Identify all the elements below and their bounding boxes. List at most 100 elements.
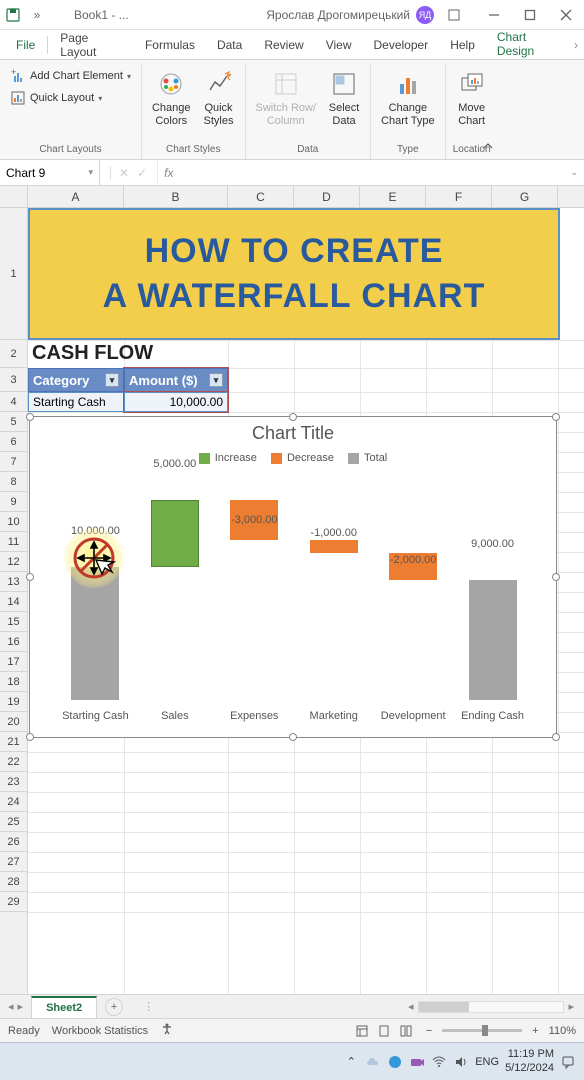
tray-chevron-up-icon[interactable]: ⌃ — [343, 1054, 359, 1070]
tab-formulas[interactable]: Formulas — [135, 32, 205, 58]
quick-layout-button[interactable]: Quick Layout ▾ — [6, 88, 135, 108]
cell-b4[interactable]: 10,000.00 — [124, 392, 228, 412]
chart-title[interactable]: Chart Title — [30, 417, 556, 448]
row-header[interactable]: 6 — [0, 432, 27, 452]
row-header[interactable]: 15 — [0, 612, 27, 632]
row-header[interactable]: 17 — [0, 652, 27, 672]
row-header[interactable]: 23 — [0, 772, 27, 792]
tab-developer[interactable]: Developer — [363, 32, 438, 58]
row-header[interactable]: 28 — [0, 872, 27, 892]
normal-view-button[interactable] — [352, 1021, 372, 1041]
change-colors-button[interactable]: Change Colors — [148, 66, 195, 142]
accessibility-icon[interactable] — [160, 1022, 174, 1039]
quick-styles-button[interactable]: Quick Styles — [199, 66, 239, 142]
zoom-out-button[interactable]: − — [426, 1025, 432, 1037]
col-header-d[interactable]: D — [294, 186, 360, 207]
tray-notifications-icon[interactable] — [560, 1054, 576, 1070]
change-chart-type-button[interactable]: Change Chart Type — [377, 66, 439, 142]
row-header[interactable]: 24 — [0, 792, 27, 812]
col-header-e[interactable]: E — [360, 186, 426, 207]
waterfall-bar[interactable] — [310, 540, 358, 553]
tab-view[interactable]: View — [316, 32, 362, 58]
tray-volume-icon[interactable] — [453, 1054, 469, 1070]
page-layout-view-button[interactable] — [374, 1021, 394, 1041]
autosave-icon[interactable] — [4, 6, 22, 24]
select-data-button[interactable]: Select Data — [324, 66, 364, 142]
add-chart-element-button[interactable]: + Add Chart Element ▾ — [6, 66, 135, 86]
formula-input[interactable]: fx ⌄ — [158, 160, 584, 185]
chart-legend[interactable]: Increase Decrease Total — [30, 448, 556, 472]
row-header[interactable]: 8 — [0, 472, 27, 492]
banner-line-2: A WATERFALL CHART — [103, 277, 486, 316]
row-header[interactable]: 27 — [0, 852, 27, 872]
sheet-nav-next-icon[interactable]: ▸ — [18, 1000, 24, 1013]
row-header[interactable]: 13 — [0, 572, 27, 592]
row-header[interactable]: 21 — [0, 732, 27, 752]
tab-file[interactable]: File — [6, 32, 45, 58]
row-header[interactable]: 25 — [0, 812, 27, 832]
row-header[interactable]: 19 — [0, 692, 27, 712]
tray-wifi-icon[interactable] — [431, 1054, 447, 1070]
more-qat-icon[interactable]: » — [28, 6, 46, 24]
tab-data[interactable]: Data — [207, 32, 252, 58]
col-header-f[interactable]: F — [426, 186, 492, 207]
row-header[interactable]: 4 — [0, 392, 27, 412]
waterfall-bar[interactable] — [151, 500, 199, 567]
move-chart-button[interactable]: Move Chart — [452, 66, 492, 142]
filter-dropdown-icon[interactable]: ▾ — [209, 373, 223, 387]
row-header[interactable]: 3 — [0, 368, 27, 392]
chart-plot-area[interactable]: 10,000.00Starting Cash5,000.00Sales-3,00… — [40, 472, 546, 700]
page-break-view-button[interactable] — [396, 1021, 416, 1041]
sheet-nav-prev-icon[interactable]: ◂ — [8, 1000, 14, 1013]
sheet-tab-active[interactable]: Sheet2 — [31, 996, 97, 1018]
select-all-button[interactable] — [0, 186, 28, 207]
row-header[interactable]: 26 — [0, 832, 27, 852]
zoom-in-button[interactable]: + — [532, 1025, 538, 1037]
row-header[interactable]: 1 — [0, 208, 27, 340]
tray-camera-icon[interactable] — [409, 1054, 425, 1070]
row-header[interactable]: 29 — [0, 892, 27, 912]
row-header[interactable]: 5 — [0, 412, 27, 432]
table-header-category[interactable]: Category ▾ — [28, 368, 124, 392]
row-header[interactable]: 14 — [0, 592, 27, 612]
tray-onedrive-icon[interactable] — [365, 1054, 381, 1070]
ribbon-options-icon[interactable] — [440, 1, 468, 29]
collapse-ribbon-icon[interactable] — [482, 140, 494, 155]
row-header[interactable]: 20 — [0, 712, 27, 732]
system-clock[interactable]: 11:19 PM 5/12/2024 — [505, 1048, 554, 1074]
tab-help[interactable]: Help — [440, 32, 485, 58]
col-header-b[interactable]: B — [124, 186, 228, 207]
cell-a4[interactable]: Starting Cash — [28, 392, 124, 412]
horizontal-scrollbar[interactable]: ◂ ▸ — [404, 1000, 584, 1014]
table-header-amount[interactable]: Amount ($) ▾ — [124, 368, 228, 392]
workbook-statistics[interactable]: Workbook Statistics — [52, 1025, 148, 1037]
tab-review[interactable]: Review — [254, 32, 313, 58]
filter-dropdown-icon[interactable]: ▾ — [105, 373, 119, 387]
tray-app-icon[interactable] — [387, 1054, 403, 1070]
waterfall-bar[interactable] — [469, 580, 517, 700]
row-header[interactable]: 7 — [0, 452, 27, 472]
row-header[interactable]: 22 — [0, 752, 27, 772]
row-header[interactable]: 11 — [0, 532, 27, 552]
col-header-c[interactable]: C — [228, 186, 294, 207]
cells-area[interactable]: HOW TO CREATE A WATERFALL CHART CASH FLO… — [28, 208, 584, 994]
row-header[interactable]: 16 — [0, 632, 27, 652]
user-avatar[interactable]: ЯД — [416, 6, 434, 24]
tray-language[interactable]: ENG — [475, 1056, 499, 1068]
name-box-dropdown-icon[interactable]: ▾ — [88, 167, 93, 178]
tab-page-layout[interactable]: Page Layout — [50, 25, 133, 65]
new-sheet-button[interactable]: + — [105, 998, 123, 1016]
col-header-a[interactable]: A — [28, 186, 124, 207]
row-header[interactable]: 18 — [0, 672, 27, 692]
row-header[interactable]: 9 — [0, 492, 27, 512]
name-box[interactable]: Chart 9 ▾ — [0, 160, 100, 185]
tabs-scroll-right-icon[interactable]: › — [574, 38, 578, 52]
expand-formula-bar-icon[interactable]: ⌄ — [570, 167, 578, 178]
col-header-g[interactable]: G — [492, 186, 558, 207]
row-header[interactable]: 12 — [0, 552, 27, 572]
row-header[interactable]: 10 — [0, 512, 27, 532]
zoom-slider[interactable] — [442, 1029, 522, 1032]
zoom-level[interactable]: 110% — [549, 1025, 576, 1037]
fx-icon[interactable]: fx — [164, 166, 173, 180]
row-header[interactable]: 2 — [0, 340, 27, 368]
